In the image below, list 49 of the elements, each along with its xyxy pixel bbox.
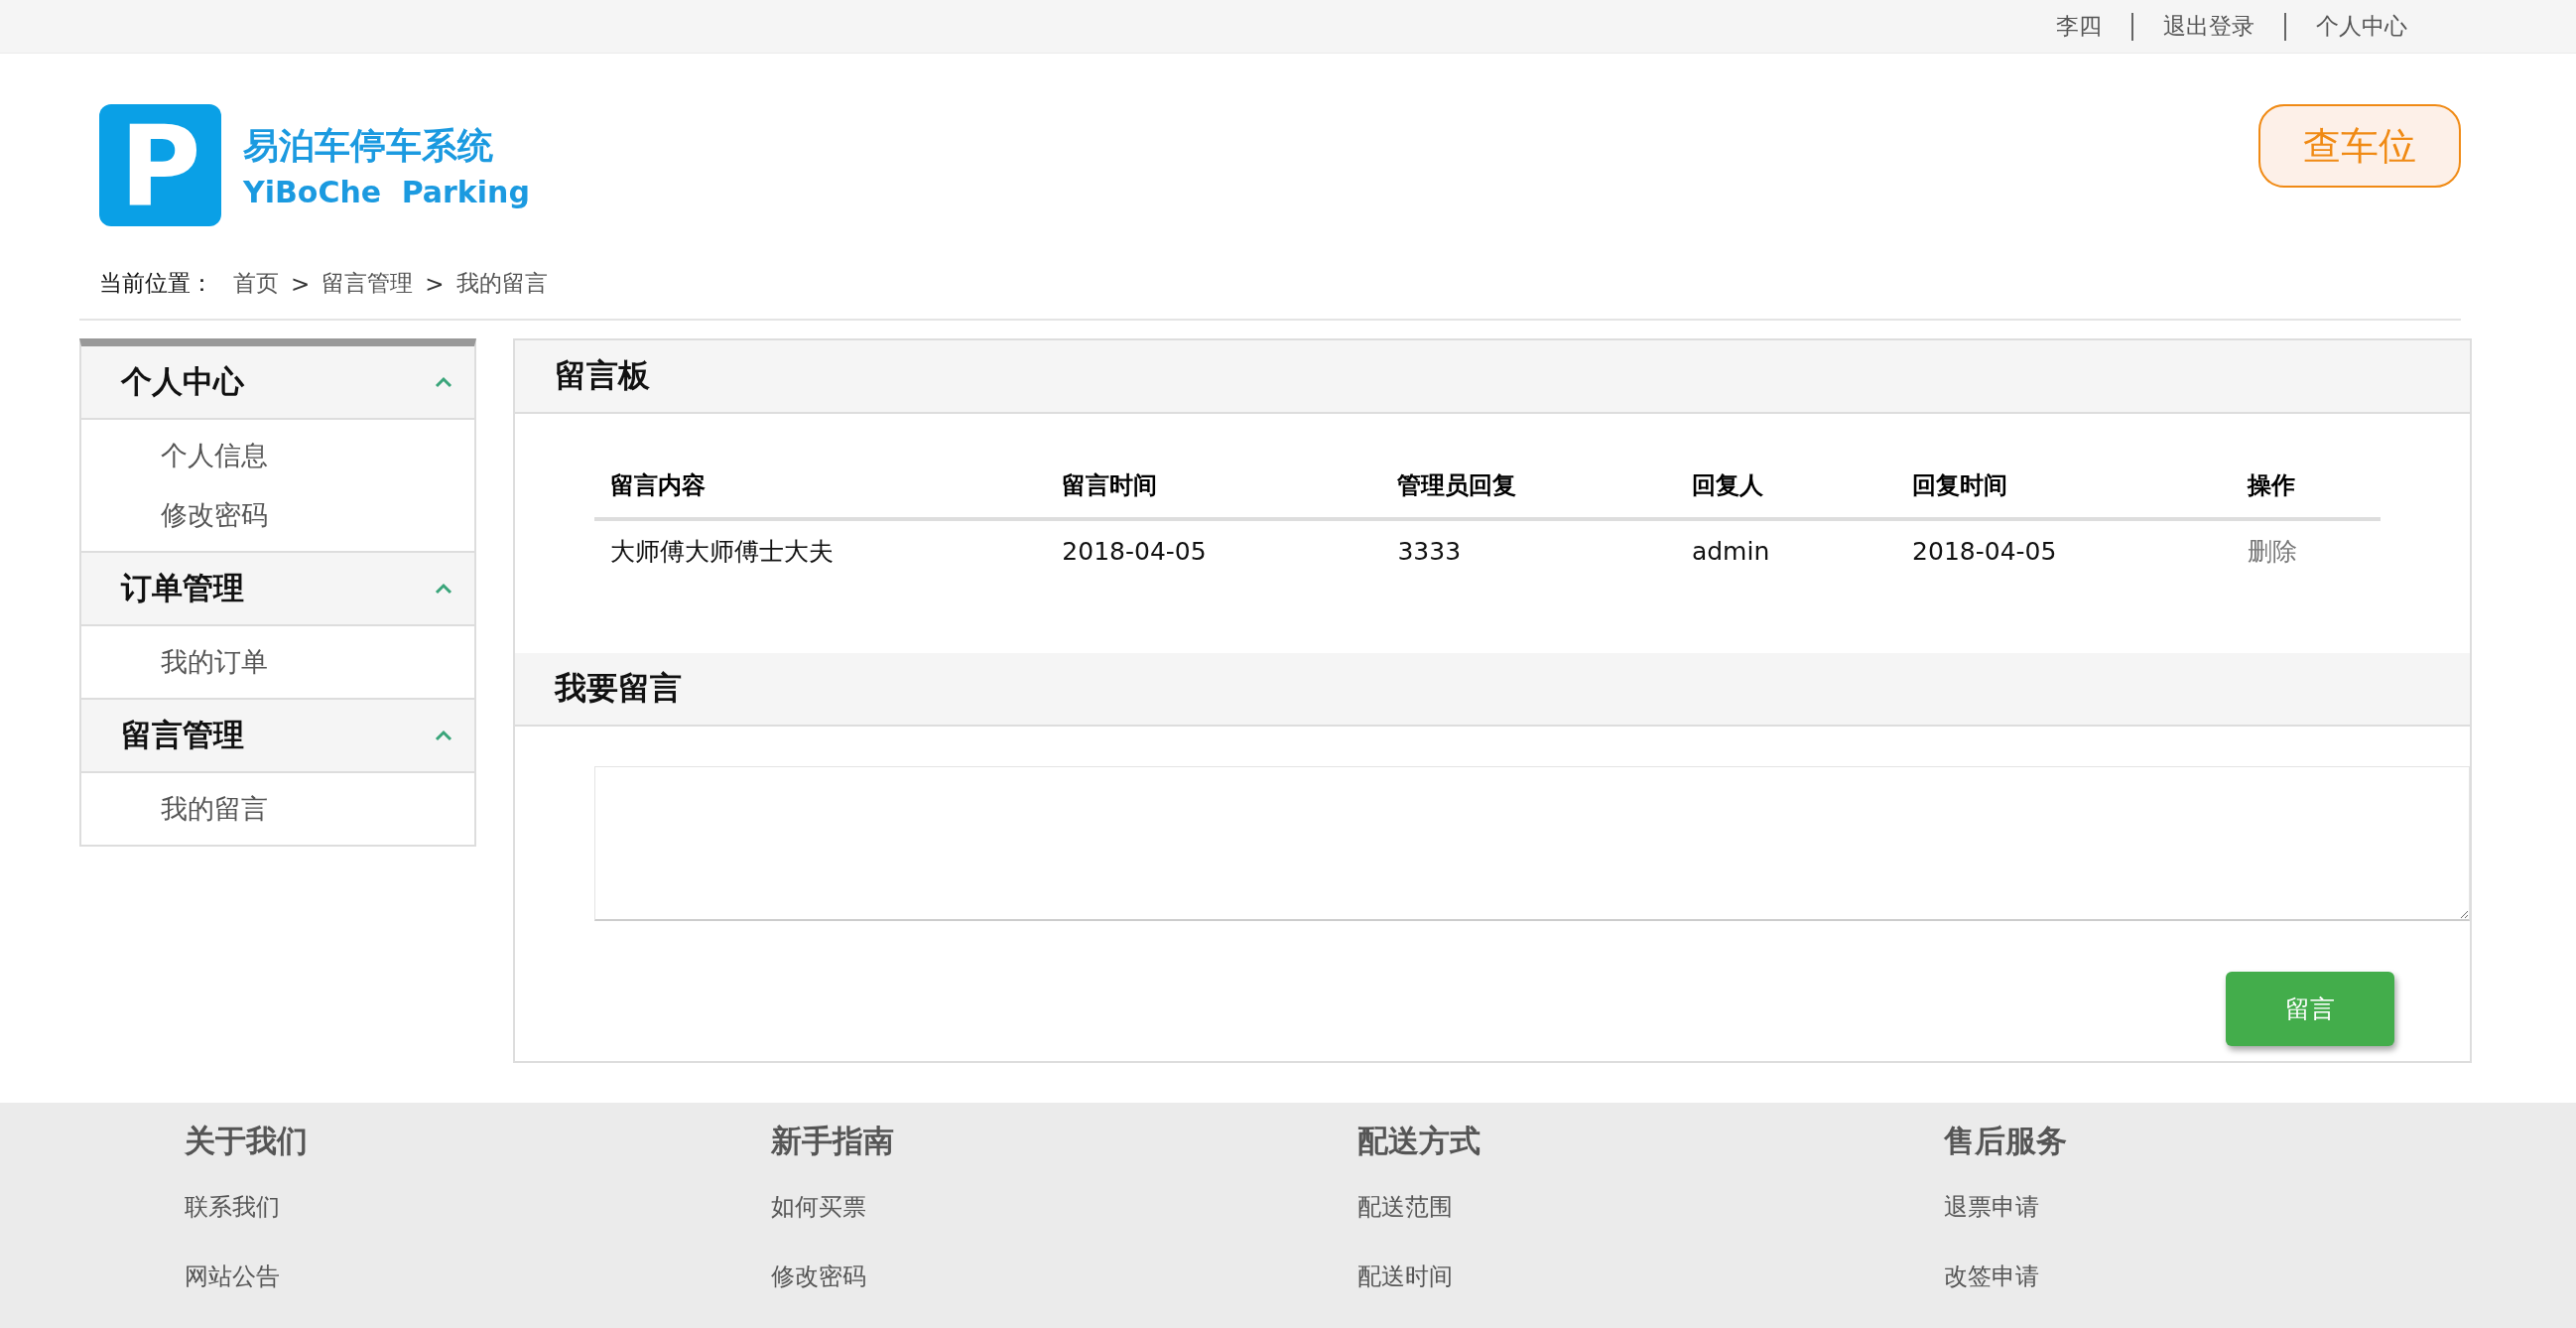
footer-link[interactable]: 网站公告 [185, 1262, 280, 1291]
column-header: 管理员回复 [1381, 454, 1676, 519]
message-input[interactable] [594, 766, 2470, 921]
top-nav-link[interactable]: 个人中心 [2286, 11, 2437, 42]
footer-link[interactable]: 退票申请 [1944, 1192, 2039, 1222]
breadcrumb-separator: > [425, 270, 445, 297]
menu-item[interactable]: 修改密码 [161, 493, 474, 537]
footer-heading: 售后服务 [1944, 1122, 2068, 1160]
footer-link[interactable]: 改签申请 [1944, 1262, 2039, 1291]
menu-item[interactable]: 我的订单 [161, 640, 474, 684]
table-cell: admin [1675, 519, 1897, 582]
caret-up-icon[interactable] [435, 376, 452, 388]
delete-link[interactable]: 删除 [2232, 519, 2381, 582]
username-link[interactable]: 李四 [2026, 11, 2131, 42]
table-cell: 2018-04-05 [1896, 519, 2233, 582]
top-nav-link[interactable]: 退出登录 [2133, 11, 2284, 42]
footer-link[interactable]: 修改密码 [771, 1262, 866, 1291]
footer-link[interactable]: 配送时间 [1357, 1262, 1453, 1291]
footer-link[interactable]: 联系我们 [185, 1192, 280, 1222]
footer-heading: 配送方式 [1357, 1122, 1481, 1160]
column-header: 回复人 [1675, 454, 1897, 519]
footer-link[interactable]: 如何买票 [771, 1192, 866, 1222]
breadcrumb-link[interactable]: 留言管理 [322, 268, 414, 299]
column-header: 留言时间 [1046, 454, 1382, 519]
logo-subtitle: YiBoChe Parking [243, 174, 530, 209]
table-cell: 大师傅大师傅士大夫 [594, 519, 1047, 582]
table-cell: 2018-04-05 [1046, 519, 1382, 582]
column-header: 回复时间 [1896, 454, 2233, 519]
breadcrumb-separator: > [291, 270, 311, 297]
footer-heading: 新手指南 [771, 1122, 895, 1160]
logo-title: 易泊车停车系统 [243, 123, 494, 168]
footer-link[interactable]: 配送范围 [1357, 1192, 1453, 1222]
menu-item[interactable]: 我的留言 [161, 787, 474, 831]
caret-up-icon[interactable] [435, 730, 452, 741]
menu-group-title[interactable]: 订单管理 [121, 568, 244, 609]
column-header: 操作 [2232, 454, 2381, 519]
section-title: 留言板 [555, 355, 650, 396]
menu-group-title[interactable]: 留言管理 [121, 715, 244, 756]
column-header: 留言内容 [594, 454, 1047, 519]
menu-item[interactable]: 个人信息 [161, 434, 474, 477]
breadcrumb-label: 当前位置： [99, 269, 213, 298]
logo-icon: P [99, 104, 221, 226]
breadcrumb-link[interactable]: 我的留言 [455, 268, 548, 299]
section-title: 我要留言 [555, 668, 682, 709]
menu-group-title[interactable]: 个人中心 [121, 361, 244, 403]
breadcrumb-link[interactable]: 首页 [233, 268, 279, 299]
caret-up-icon[interactable] [435, 583, 452, 595]
footer-heading: 关于我们 [185, 1122, 309, 1160]
table-cell: 3333 [1381, 519, 1676, 582]
